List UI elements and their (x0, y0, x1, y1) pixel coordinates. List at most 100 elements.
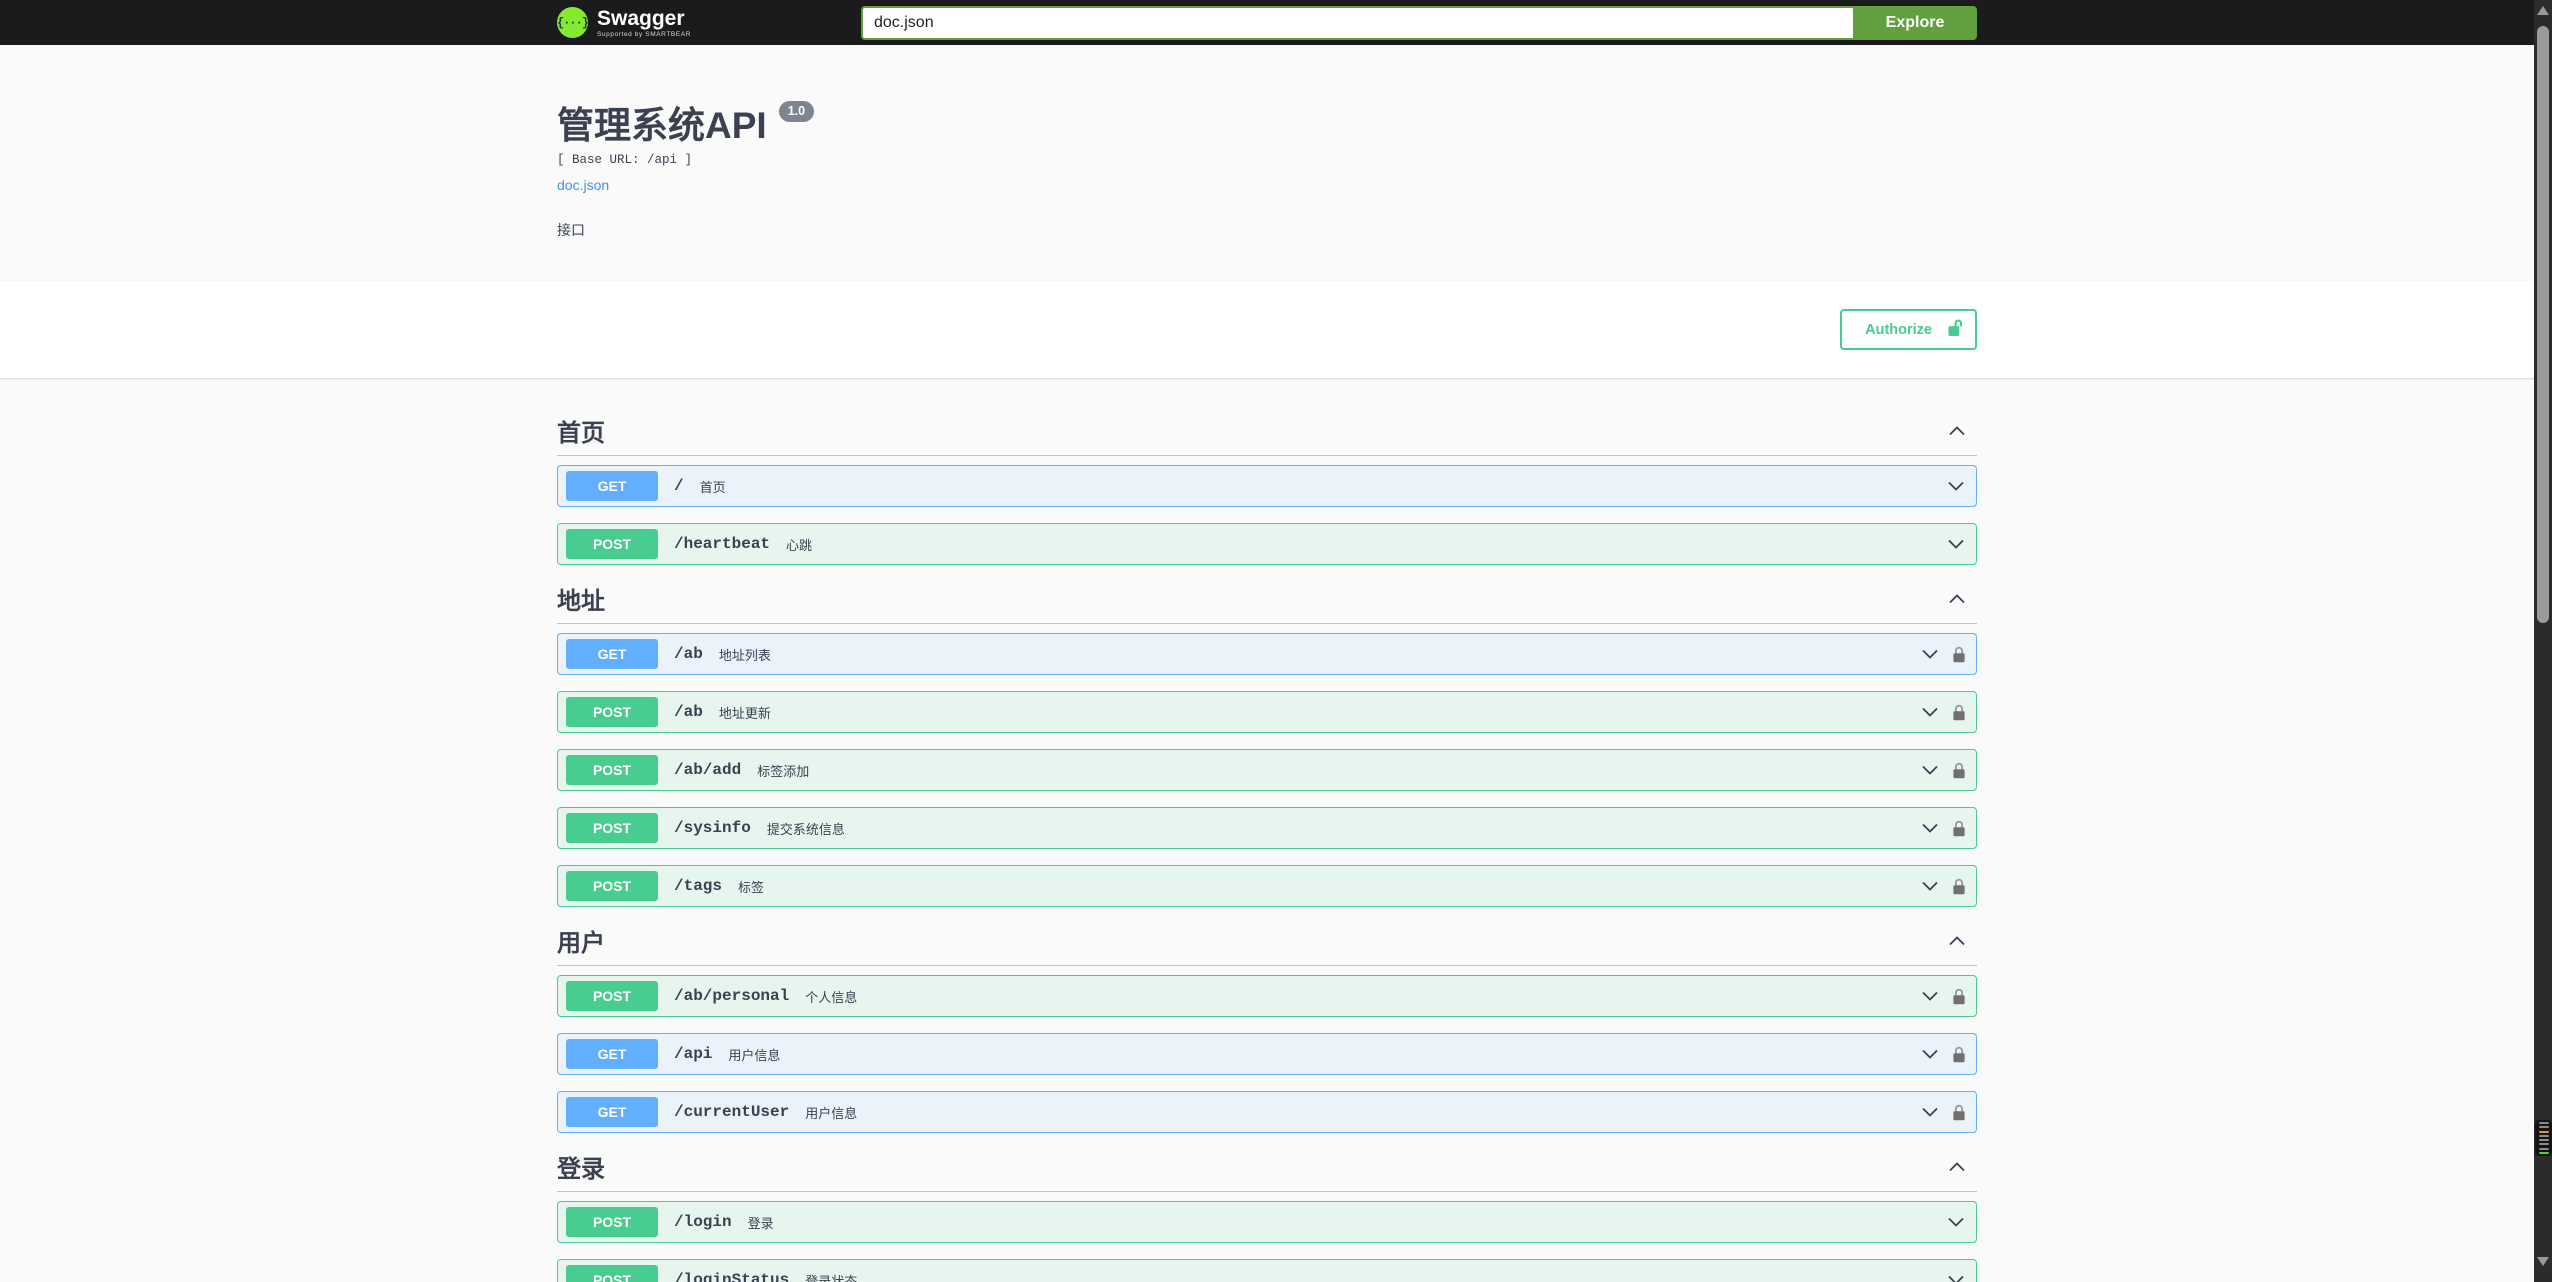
method-badge: GET (566, 639, 658, 669)
chevron-down-icon[interactable] (1920, 702, 1940, 722)
operation-row[interactable]: POST /heartbeat 心跳 (557, 523, 1977, 565)
section-header[interactable]: 用户 (557, 923, 1977, 966)
scroll-up-arrow-icon[interactable] (2537, 6, 2549, 15)
minimap-mark (2538, 1143, 2549, 1146)
scheme-container: Authorize (0, 281, 2552, 378)
lock-icon[interactable] (1952, 704, 1966, 721)
chevron-up-icon[interactable] (1947, 421, 1967, 441)
authorize-label: Authorize (1865, 321, 1932, 338)
smartbear-subtext: Supported by SMARTBEAR (597, 30, 692, 38)
operation-summary: 心跳 (786, 537, 813, 553)
method-badge: GET (566, 1039, 658, 1069)
lock-icon[interactable] (1952, 988, 1966, 1005)
section-rows: POST /login 登录 POST /loginStatus 登录状态 (557, 1201, 1977, 1282)
row-controls (1920, 876, 1966, 896)
swagger-logo[interactable]: {···} Swagger Supported by SMARTBEAR (557, 7, 691, 38)
chevron-down-icon[interactable] (1920, 876, 1940, 896)
chevron-down-icon[interactable] (1946, 1212, 1966, 1232)
explore-button[interactable]: Explore (1853, 5, 1977, 40)
method-badge: POST (566, 1265, 658, 1282)
chevron-down-icon[interactable] (1920, 818, 1940, 838)
topbar-inner: {···} Swagger Supported by SMARTBEAR Exp… (557, 0, 1977, 45)
row-controls (1946, 476, 1966, 496)
operation-summary: 用户信息 (728, 1047, 781, 1063)
operation-row[interactable]: POST /login 登录 (557, 1201, 1977, 1243)
api-section: 用户 POST /ab/personal 个人信息 GET /api 用户信息 … (557, 923, 1977, 1133)
swagger-logo-icon: {···} (557, 7, 589, 38)
chevron-up-icon[interactable] (1947, 931, 1967, 951)
lock-icon[interactable] (1952, 1046, 1966, 1063)
swagger-logo-text: Swagger (597, 6, 685, 30)
operation-row[interactable]: POST /tags 标签 (557, 865, 1977, 907)
scrollbar-track[interactable] (2534, 0, 2552, 1282)
authorize-button[interactable]: Authorize (1840, 309, 1977, 350)
operation-row[interactable]: GET /ab 地址列表 (557, 633, 1977, 675)
section-header[interactable]: 首页 (557, 413, 1977, 456)
page-title: 管理系统API (557, 105, 767, 146)
api-section: 地址 GET /ab 地址列表 POST /ab 地址更新 POST /ab/a… (557, 581, 1977, 907)
lock-icon[interactable] (1952, 646, 1966, 663)
operation-path: /heartbeat (674, 535, 771, 553)
scroll-down-arrow-icon[interactable] (2537, 1257, 2549, 1266)
base-url: [ Base URL: /api ] (557, 152, 693, 167)
section-rows: POST /ab/personal 个人信息 GET /api 用户信息 GET… (557, 975, 1977, 1133)
section-title: 登录 (557, 1156, 605, 1183)
minimap-mark (2538, 1122, 2549, 1125)
method-badge: POST (566, 813, 658, 843)
operation-row[interactable]: POST /ab/personal 个人信息 (557, 975, 1977, 1017)
api-section: 首页 GET / 首页 POST /heartbeat 心跳 (557, 413, 1977, 565)
operation-row[interactable]: POST /ab/add 标签添加 (557, 749, 1977, 791)
api-description: 接口 (557, 221, 585, 238)
row-controls (1920, 986, 1966, 1006)
scroll-minimap-widget[interactable] (2535, 1120, 2552, 1156)
doc-json-link[interactable]: doc.json (557, 177, 609, 193)
info-section: 管理系统API 1.0 [ Base URL: /api ] doc.json … (0, 45, 2552, 281)
chevron-down-icon[interactable] (1920, 760, 1940, 780)
operation-summary: 提交系统信息 (766, 821, 845, 837)
chevron-up-icon[interactable] (1947, 1157, 1967, 1177)
chevron-down-icon[interactable] (1946, 1270, 1966, 1282)
method-badge: POST (566, 529, 658, 559)
operation-path: /sysinfo (674, 819, 751, 837)
unlock-icon (1948, 318, 1963, 341)
operation-row[interactable]: GET /api 用户信息 (557, 1033, 1977, 1075)
lock-icon[interactable] (1952, 878, 1966, 895)
chevron-down-icon[interactable] (1946, 534, 1966, 554)
row-controls (1920, 818, 1966, 838)
section-title: 用户 (557, 930, 605, 957)
lock-icon[interactable] (1952, 820, 1966, 837)
operation-path: /tags (674, 877, 723, 895)
chevron-down-icon[interactable] (1920, 1044, 1940, 1064)
method-badge: POST (566, 981, 658, 1011)
operation-row[interactable]: POST /ab 地址更新 (557, 691, 1977, 733)
row-controls (1920, 760, 1966, 780)
lock-icon[interactable] (1952, 762, 1966, 779)
chevron-down-icon[interactable] (1920, 1102, 1940, 1122)
operation-path: /api (674, 1045, 713, 1063)
operation-summary: 首页 (699, 479, 726, 495)
chevron-down-icon[interactable] (1920, 644, 1940, 664)
spec-url-input[interactable] (861, 5, 1853, 40)
minimap-mark (2538, 1126, 2549, 1129)
operation-row[interactable]: GET /currentUser 用户信息 (557, 1091, 1977, 1133)
minimap-mark (2538, 1139, 2549, 1142)
section-title: 地址 (557, 588, 605, 615)
operation-row[interactable]: POST /loginStatus 登录状态 (557, 1259, 1977, 1282)
scrollbar-thumb[interactable] (2537, 26, 2549, 623)
operation-summary: 标签添加 (757, 763, 810, 779)
operations-list: 首页 GET / 首页 POST /heartbeat 心跳 地址 GET /a… (557, 378, 1977, 1282)
operation-summary: 用户信息 (805, 1105, 858, 1121)
operation-path: / (674, 477, 684, 495)
chevron-up-icon[interactable] (1947, 589, 1967, 609)
chevron-down-icon[interactable] (1920, 986, 1940, 1006)
operation-row[interactable]: GET / 首页 (557, 465, 1977, 507)
section-header[interactable]: 地址 (557, 581, 1977, 624)
row-controls (1946, 534, 1966, 554)
section-header[interactable]: 登录 (557, 1149, 1977, 1192)
section-rows: GET / 首页 POST /heartbeat 心跳 (557, 465, 1977, 565)
minimap-mark-orange (2538, 1130, 2549, 1133)
lock-icon[interactable] (1952, 1104, 1966, 1121)
minimap-mark (2538, 1147, 2549, 1150)
operation-row[interactable]: POST /sysinfo 提交系统信息 (557, 807, 1977, 849)
chevron-down-icon[interactable] (1946, 476, 1966, 496)
